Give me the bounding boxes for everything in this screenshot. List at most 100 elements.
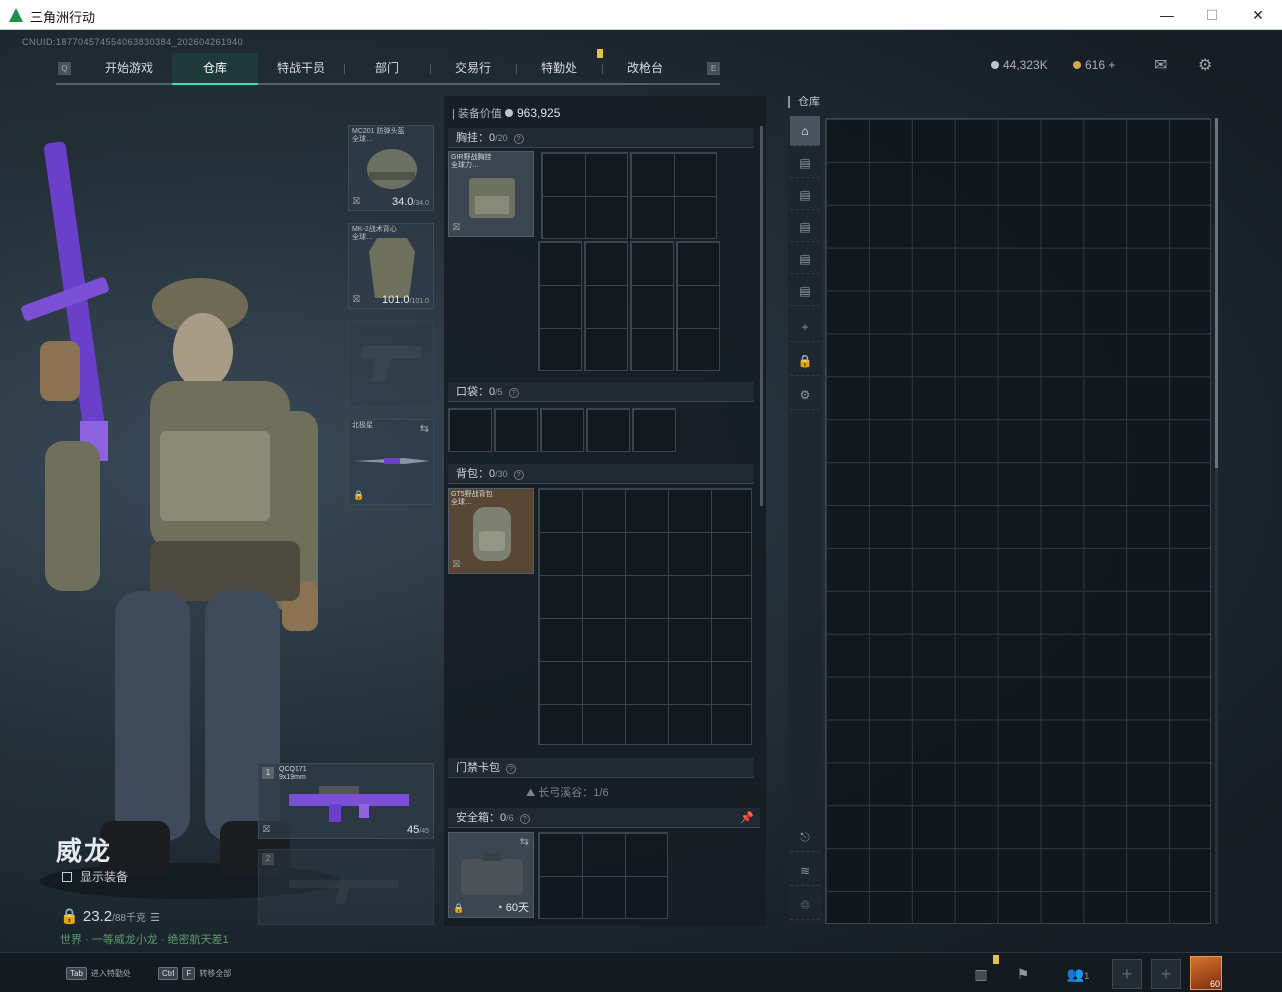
swap-icon[interactable]: ⇆ [520, 835, 529, 848]
friends-button[interactable]: 👥1 [1060, 961, 1096, 987]
warehouse-tab-2[interactable]: ▤ [790, 148, 820, 178]
stats-icon[interactable]: ▥ [968, 961, 994, 987]
tab-department[interactable]: 部门 [344, 53, 430, 85]
loadout-panel: | 装备价值 963,925 胸挂：0/20? GIR野战胸挂 全球力… ⛝ 口… [444, 96, 766, 926]
layers-icon[interactable]: ≋ [790, 856, 820, 886]
chest-grid-2[interactable] [630, 152, 717, 239]
pistol-slot[interactable] [348, 321, 434, 407]
settings-gear-icon[interactable]: ⚙ [1198, 55, 1212, 75]
lock-icon: 🔒 [353, 490, 365, 500]
longbow-counter: ⛰ 长弓溪谷：1/6 [526, 787, 609, 799]
pocket-slot[interactable] [494, 408, 538, 452]
no-repair-icon: ⛝ [263, 824, 270, 834]
keycard-header[interactable]: 门禁卡包? [448, 758, 754, 778]
weight-indicator: 🔒 23.2/88千克 ☰ [60, 908, 161, 925]
checkbox-icon [62, 872, 72, 882]
chest-grid-3[interactable] [538, 241, 582, 371]
tab-start-game[interactable]: 开始游戏 [86, 53, 172, 85]
warehouse-tab-5[interactable]: ▤ [790, 244, 820, 274]
chest-rig-header: 胸挂：0/20? [448, 128, 754, 148]
secondary-weapon-slot[interactable]: 2 [258, 849, 434, 925]
silver-currency: 44,323K [991, 58, 1048, 72]
game-viewport: CNUID:18770457455406383038​4_20260426194… [0, 31, 1282, 992]
safebox-timer: ◔ 60天 [496, 902, 529, 914]
armor-slot[interactable]: MK-2战术背心 全球… ⛝ 101.0/101.0 [348, 223, 434, 309]
backpack-image [473, 507, 511, 561]
add-teammate-button[interactable]: + [1112, 959, 1142, 989]
warehouse-grid[interactable] [825, 118, 1211, 924]
warehouse-tab-4[interactable]: ▤ [790, 212, 820, 242]
sort-icon[interactable]: ⎋ [790, 822, 820, 852]
pistol-placeholder-icon [361, 346, 421, 382]
safebox-header: 安全箱：0/6? 📌 [448, 808, 760, 828]
backpack-header: 背包：0/30? [448, 464, 754, 484]
tab-special-ops[interactable]: 特勤处 [516, 53, 602, 85]
backpack-item[interactable]: GT5野战背包 全球… ⛝ [448, 488, 534, 574]
tab-gunsmith[interactable]: 改枪台 [602, 53, 688, 85]
chest-rig-image [469, 178, 515, 218]
primary-weapon-slot[interactable]: 1 QCQ171 9x19mm ⛝ 45/45 [258, 763, 434, 839]
helmet-image [367, 149, 417, 189]
no-repair-icon: ⛝ [353, 196, 360, 206]
lock-tab-icon[interactable]: 🔒 [790, 346, 820, 376]
app-logo-icon [9, 8, 23, 22]
warehouse-tab-6[interactable]: ▤ [790, 276, 820, 306]
safebox-item[interactable]: ⇆ 🔒 ◔ 60天 [448, 832, 534, 918]
transfer-all-hint[interactable]: Ctrl F 转移全部 [158, 967, 231, 980]
tab-operators[interactable]: 特战干员 [258, 53, 344, 85]
main-nav: 开始游戏 仓库 特战干员 部门 交易行 特勤处 改枪台 [56, 49, 720, 85]
equipment-value: | 装备价值 963,925 [452, 106, 561, 120]
show-equipment-toggle[interactable]: 显示装备 [62, 868, 128, 885]
chest-grid-1[interactable] [541, 152, 628, 239]
chest-grid-4[interactable] [584, 241, 628, 371]
flag-icon[interactable]: ⚑ [1010, 961, 1036, 987]
helmet-slot[interactable]: MC201 防弹头盔 全球… ⛝ 34.0/34.0 [348, 125, 434, 211]
recycle-icon[interactable]: ♲ [790, 890, 820, 920]
safebox-image [461, 853, 523, 895]
pocket-slot[interactable] [448, 408, 492, 452]
map-icon: ⛰ [526, 787, 539, 799]
warehouse-scrollbar[interactable] [1215, 118, 1218, 924]
tab-settings-icon[interactable]: ⚙ [790, 380, 820, 410]
gold-coin-icon [1073, 61, 1081, 69]
mail-icon[interactable]: ✉ [1154, 55, 1167, 75]
warehouse-tab-3[interactable]: ▤ [790, 180, 820, 210]
chest-grid-5[interactable] [630, 241, 674, 371]
player-level: 60 [1209, 979, 1220, 989]
operator-tip: 世界 · 一等威龙小龙 · 绝密航天差1 [60, 934, 229, 946]
lock-icon: 🔒 [453, 903, 465, 913]
chest-rig-item[interactable]: GIR野战胸挂 全球力… ⛝ [448, 151, 534, 237]
stats-badge [993, 955, 999, 964]
safebox-grid[interactable] [538, 832, 668, 919]
warehouse-title: 仓库 [788, 96, 820, 108]
no-repair-icon: ⛝ [453, 559, 460, 569]
warehouse-home-tab[interactable]: ⌂ [790, 116, 820, 146]
add-tab-icon[interactable]: + [790, 312, 820, 342]
gold-currency[interactable]: 616 + [1073, 58, 1115, 72]
maximize-button[interactable]: ☐ [1197, 4, 1227, 26]
loadout-scrollbar[interactable] [760, 126, 763, 506]
minimize-button[interactable]: — [1152, 4, 1182, 26]
nav-right-key-icon[interactable]: E [707, 62, 720, 75]
avatar[interactable]: 60 [1190, 956, 1222, 990]
armor-image [369, 238, 415, 298]
pocket-slot[interactable] [586, 408, 630, 452]
rifle-image [289, 786, 409, 822]
weight-lock-icon: 🔒 [60, 908, 83, 925]
warehouse-tabs: ⌂ ▤ ▤ ▤ ▤ ▤ + 🔒 ⚙ ⎋ ≋ ♲ [788, 116, 822, 924]
melee-slot[interactable]: 北极星 ⇆ 🔒 [348, 419, 434, 505]
enter-special-ops-hint[interactable]: Tab 进入特勤处 [66, 967, 131, 980]
pocket-slot[interactable] [632, 408, 676, 452]
silver-coin-icon [504, 109, 513, 117]
close-button[interactable]: ✕ [1243, 4, 1273, 26]
tab-trade[interactable]: 交易行 [430, 53, 516, 85]
backpack-grid[interactable] [538, 488, 752, 745]
rifle-placeholder-icon [289, 880, 399, 904]
swap-icon[interactable]: ⇆ [420, 422, 429, 435]
pocket-slot[interactable] [540, 408, 584, 452]
no-repair-icon: ⛝ [453, 222, 460, 232]
tab-warehouse[interactable]: 仓库 [172, 53, 258, 85]
pocket-header: 口袋：0/5? [448, 382, 754, 402]
chest-grid-6[interactable] [676, 241, 720, 371]
add-teammate-button[interactable]: + [1151, 959, 1181, 989]
